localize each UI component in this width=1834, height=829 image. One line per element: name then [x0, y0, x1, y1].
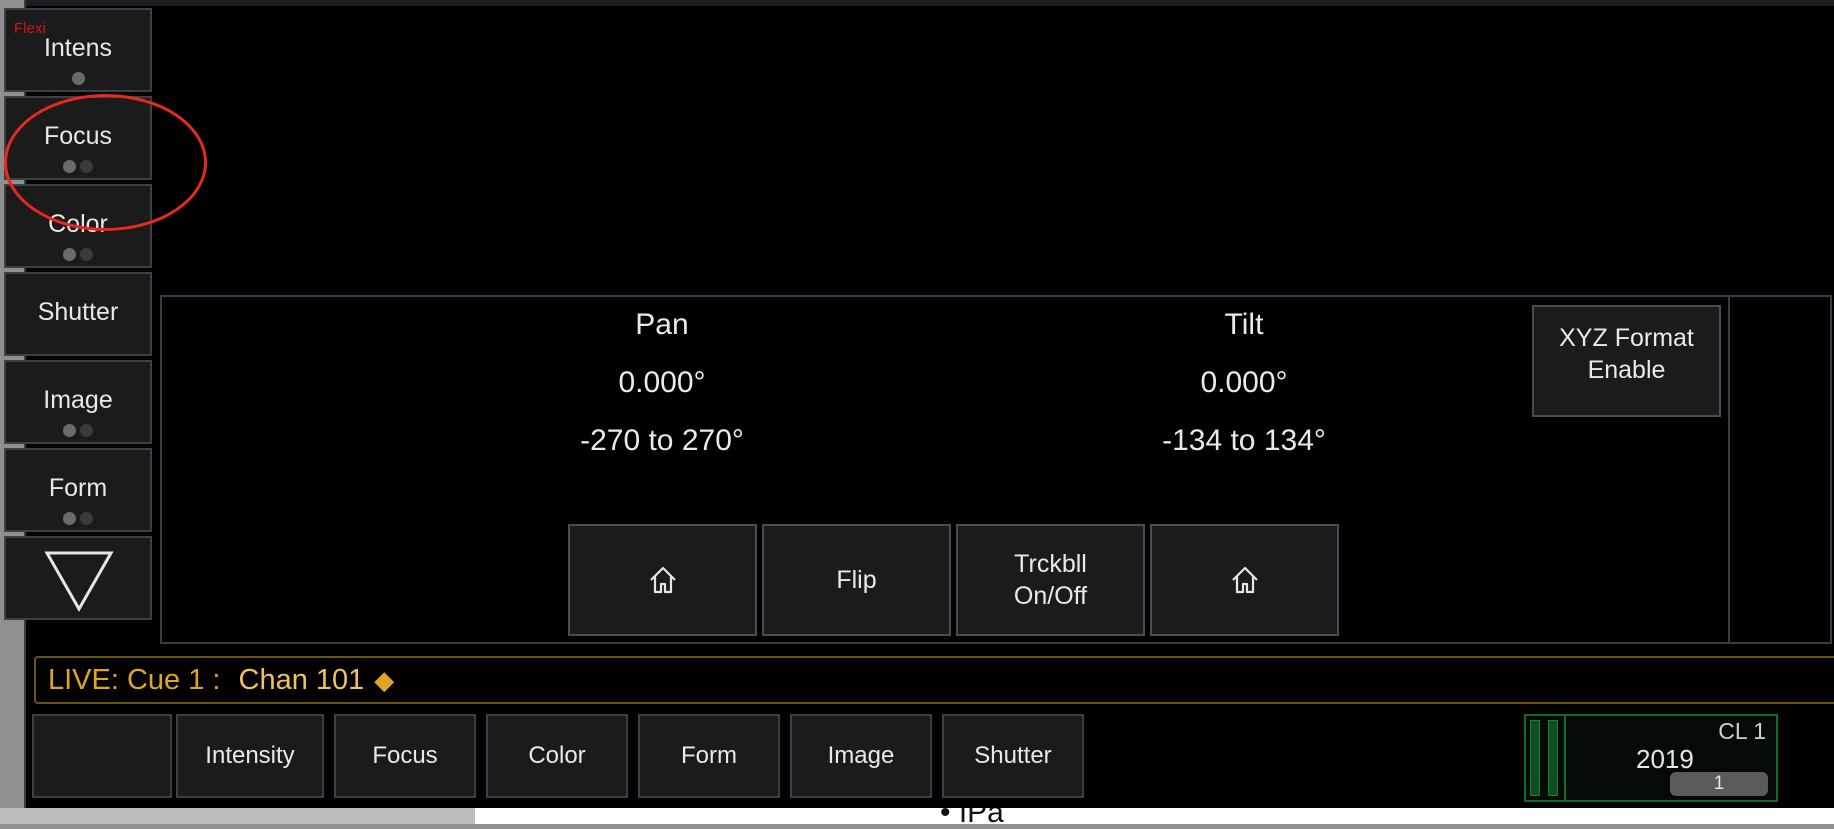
pan-title: Pan — [635, 308, 689, 341]
cue-list-label: CL 1 — [1718, 718, 1766, 744]
category-form-label: Form — [48, 474, 108, 502]
category-color-indicator — [6, 248, 150, 262]
tab-intensity[interactable]: Intensity — [176, 714, 324, 798]
triangle-down-icon — [44, 551, 114, 612]
panel-divider — [1728, 295, 1730, 644]
category-intens-indicator — [6, 72, 150, 86]
tilt-value[interactable]: 0.000° — [1044, 366, 1444, 400]
command-line-mode: LIVE: Cue 1 : — [48, 663, 221, 696]
xyz-button-line1: XYZ Format — [1559, 324, 1694, 352]
command-line-target: Chan 101 — [238, 663, 365, 696]
pan-value[interactable]: 0.000° — [462, 366, 862, 400]
category-intens-button[interactable]: Flexi Intens — [4, 8, 152, 92]
flip-button[interactable]: Flip — [762, 524, 951, 636]
category-color-label: Color — [48, 210, 108, 238]
cue-list-number: 2019 — [1636, 744, 1694, 774]
tab-image[interactable]: Image — [790, 714, 932, 798]
cue-list-divider — [1564, 716, 1566, 800]
cue-list-pill: 1 — [1670, 772, 1768, 796]
xyz-format-enable-button[interactable]: XYZ Format Enable — [1532, 305, 1721, 417]
trackball-toggle-button[interactable]: Trckbll On/Off — [956, 524, 1145, 636]
category-intens-label: Intens — [43, 34, 113, 62]
tab-form[interactable]: Form — [638, 714, 780, 798]
category-form-indicator — [6, 512, 150, 526]
trackball-label-line1: Trckbll — [1014, 550, 1087, 578]
tab-color[interactable]: Color — [486, 714, 628, 798]
home-icon — [649, 566, 676, 594]
xyz-button-line2: Enable — [1587, 356, 1666, 384]
command-line[interactable]: LIVE: Cue 1 : Chan 101 ◆ — [34, 656, 1834, 704]
cue-list-widget[interactable]: CL 1 2019 1 — [1524, 714, 1778, 802]
tab-shutter[interactable]: Shutter — [942, 714, 1084, 798]
page-down-button[interactable] — [4, 536, 152, 620]
category-focus-indicator — [6, 160, 150, 174]
fader-bar — [1530, 720, 1540, 796]
tilt-title: Tilt — [1224, 308, 1264, 341]
category-focus-button[interactable]: Focus — [4, 96, 152, 180]
trackball-label-line2: On/Off — [1013, 582, 1088, 610]
category-image-button[interactable]: Image — [4, 360, 152, 444]
document-background — [475, 808, 1834, 824]
category-form-button[interactable]: Form — [4, 448, 152, 532]
pan-home-button[interactable] — [568, 524, 757, 636]
category-shutter-button[interactable]: Shutter — [4, 272, 152, 356]
blank-softkey[interactable] — [32, 714, 172, 798]
fader-bar — [1548, 720, 1558, 796]
tilt-home-button[interactable] — [1150, 524, 1339, 636]
tab-focus[interactable]: Focus — [334, 714, 476, 798]
tilt-range: -134 to 134° — [1162, 424, 1326, 457]
flip-label: Flip — [836, 566, 877, 594]
pan-range: -270 to 270° — [580, 424, 744, 457]
category-image-indicator — [6, 424, 150, 438]
home-icon — [1231, 566, 1258, 594]
window-top-border — [26, 0, 1834, 6]
category-focus-label: Focus — [43, 122, 113, 150]
category-shutter-label: Shutter — [37, 298, 119, 326]
category-image-label: Image — [43, 386, 113, 414]
diamond-icon: ◆ — [374, 664, 395, 695]
category-color-button[interactable]: Color — [4, 184, 152, 268]
